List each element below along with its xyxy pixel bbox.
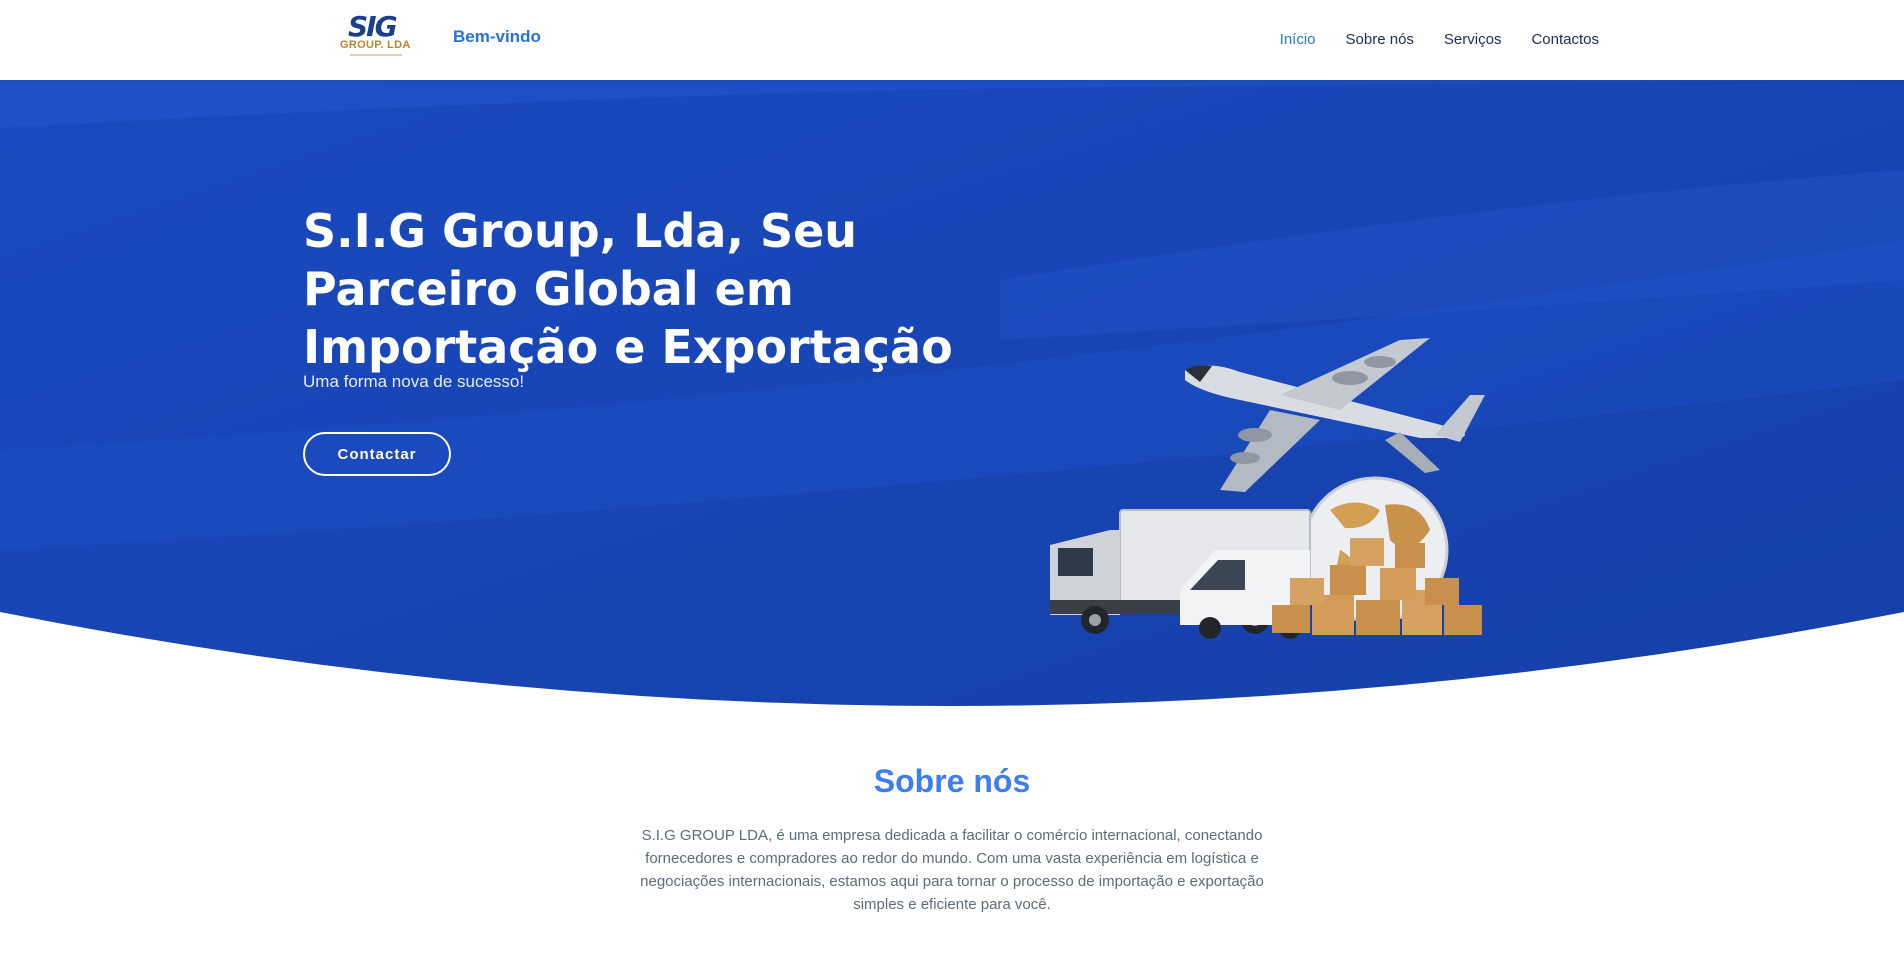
logistics-illustration	[1050, 338, 1485, 639]
main-nav: Início Sobre nós Serviços Contactos	[1280, 31, 1599, 48]
contact-button[interactable]: Contactar	[303, 432, 451, 476]
logo[interactable]: SIG GROUP. LDA	[338, 12, 416, 60]
hero-title: S.I.G Group, Lda, Seu Parceiro Global em…	[303, 204, 953, 374]
nav-item-contactos[interactable]: Contactos	[1531, 31, 1599, 48]
nav-item-servicos[interactable]: Serviços	[1444, 31, 1502, 48]
about-text: S.I.G GROUP LDA, é uma empresa dedicada …	[640, 827, 1264, 913]
about-title: Sobre nós	[873, 763, 1031, 799]
hero-subtitle: Uma forma nova de sucesso!	[303, 372, 525, 391]
logo-tagline-line	[350, 54, 402, 56]
logo-subtitle: GROUP. LDA	[340, 39, 411, 51]
hero-section: S.I.G Group, Lda, Seu Parceiro Global em…	[0, 80, 1904, 710]
hero-background	[0, 80, 1904, 706]
site-header: SIG GROUP. LDA Bem-vindo Início Sobre nó…	[0, 0, 1904, 80]
welcome-label[interactable]: Bem-vindo	[453, 27, 541, 47]
logo-mark: SIG	[348, 10, 398, 43]
nav-item-sobre-nos[interactable]: Sobre nós	[1346, 31, 1414, 48]
airplane-icon	[1185, 338, 1485, 492]
nav-item-inicio[interactable]: Início	[1280, 31, 1316, 48]
